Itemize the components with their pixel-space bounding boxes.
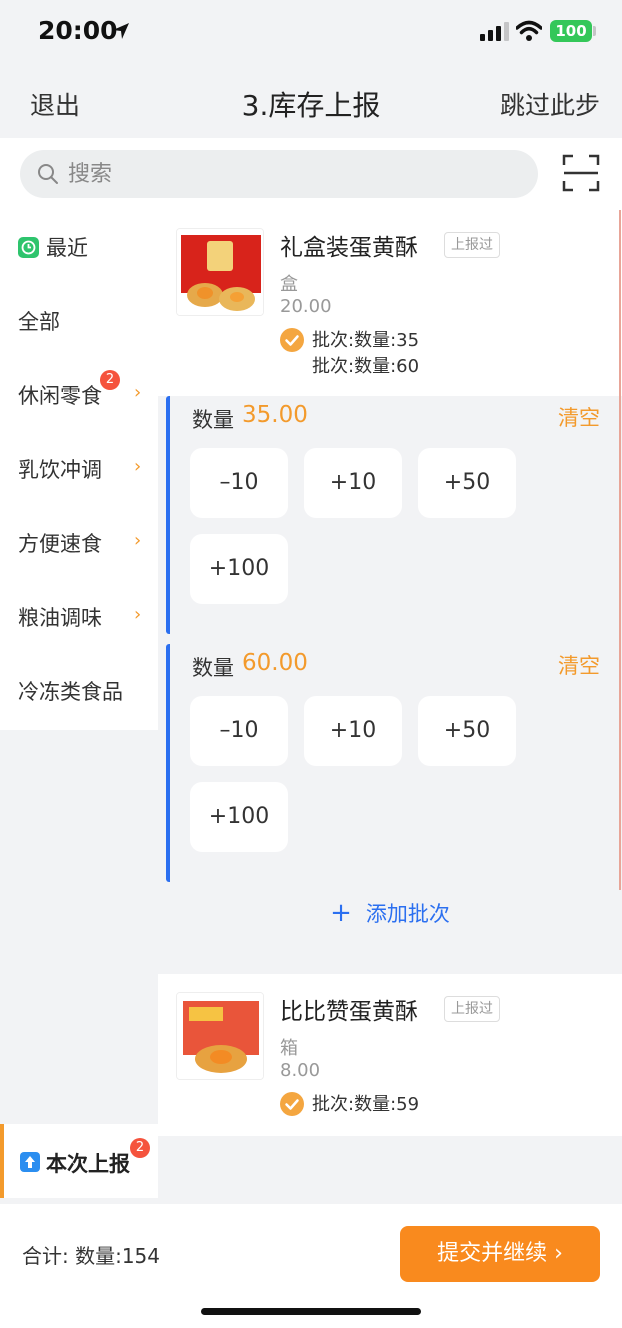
nav-bar: 退出 3.库存上报 跳过此步 bbox=[0, 62, 622, 138]
clear-button[interactable]: 清空 bbox=[558, 402, 600, 432]
plus-100-button[interactable]: +100 bbox=[190, 782, 288, 852]
scan-icon[interactable] bbox=[562, 154, 600, 192]
product-price: 8.00 bbox=[280, 1060, 321, 1081]
product-unit: 箱 bbox=[280, 1038, 298, 1059]
current-report-label: 本次上报 bbox=[46, 1152, 130, 1176]
sidebar-item-snacks[interactable]: 休闲零食 2 › bbox=[0, 358, 158, 432]
reported-tag: 上报过 bbox=[444, 996, 500, 1022]
product-price: 20.00 bbox=[280, 296, 332, 317]
search-icon bbox=[38, 164, 58, 184]
submit-and-continue-button[interactable]: 提交并继续 › bbox=[400, 1226, 600, 1282]
plus-10-button[interactable]: +10 bbox=[304, 448, 402, 518]
add-batch-button[interactable]: + 添加批次 bbox=[158, 898, 622, 938]
sidebar-item-label: 乳饮冲调 bbox=[18, 458, 102, 482]
check-icon bbox=[280, 328, 304, 352]
battery-icon: 100 bbox=[550, 20, 592, 42]
batch-summary: 批次:数量:60 bbox=[312, 356, 420, 377]
search-input[interactable] bbox=[68, 158, 508, 190]
reported-tag: 上报过 bbox=[444, 232, 500, 258]
quantity-value: 35.00 bbox=[242, 402, 308, 428]
product-list: 礼盒装蛋黄酥 上报过 盒 20.00 批次:数量:35 批次:数量:60 数量 … bbox=[158, 210, 622, 1204]
sidebar-item-instant-food[interactable]: 方便速食 › bbox=[0, 506, 158, 580]
status-bar: 20:00 100 bbox=[0, 0, 622, 62]
battery-level: 100 bbox=[555, 22, 587, 40]
product-card[interactable]: 礼盒装蛋黄酥 上报过 盒 20.00 批次:数量:35 批次:数量:60 bbox=[158, 210, 622, 396]
current-report-tab[interactable]: 本次上报 2 bbox=[0, 1124, 158, 1198]
location-arrow-icon bbox=[113, 23, 129, 39]
skip-step-button[interactable]: 跳过此步 bbox=[500, 86, 600, 122]
category-sidebar: 最近 全部 休闲零食 2 › 乳饮冲调 › 方便速食 › 粮油调味 › 冷冻类食… bbox=[0, 210, 158, 1204]
quantity-label: 数量 bbox=[192, 656, 234, 680]
clear-button[interactable]: 清空 bbox=[558, 650, 600, 680]
sidebar-item-recent[interactable]: 最近 bbox=[0, 210, 158, 284]
sidebar-item-grain-oil[interactable]: 粮油调味 › bbox=[0, 580, 158, 654]
check-icon bbox=[280, 1092, 304, 1116]
sidebar-item-label: 粮油调味 bbox=[18, 606, 102, 630]
sidebar-item-frozen[interactable]: 冷冻类食品 bbox=[0, 654, 158, 728]
sidebar-item-label: 方便速食 bbox=[18, 532, 102, 556]
chevron-right-icon: › bbox=[134, 530, 142, 551]
sidebar-item-dairy[interactable]: 乳饮冲调 › bbox=[0, 432, 158, 506]
upload-icon bbox=[20, 1152, 40, 1172]
chevron-right-icon: › bbox=[134, 382, 142, 403]
battery-cap bbox=[593, 26, 596, 36]
sidebar-item-label: 冷冻类食品 bbox=[18, 680, 123, 704]
category-list: 最近 全部 休闲零食 2 › 乳饮冲调 › 方便速食 › 粮油调味 › 冷冻类食… bbox=[0, 210, 158, 730]
plus-10-button[interactable]: +10 bbox=[304, 696, 402, 766]
plus-100-button[interactable]: +100 bbox=[190, 534, 288, 604]
cellular-signal-icon bbox=[480, 22, 509, 41]
product-card[interactable]: 比比赞蛋黄酥 上报过 箱 8.00 批次:数量:59 bbox=[158, 974, 622, 1136]
plus-50-button[interactable]: +50 bbox=[418, 448, 516, 518]
product-name: 礼盒装蛋黄酥 bbox=[280, 235, 418, 261]
product-name: 比比赞蛋黄酥 bbox=[280, 999, 418, 1025]
search-box[interactable] bbox=[20, 150, 538, 198]
product-unit: 盒 bbox=[280, 274, 298, 295]
chevron-right-icon: › bbox=[134, 604, 142, 625]
chevron-right-icon: › bbox=[134, 456, 142, 477]
snacks-badge: 2 bbox=[100, 370, 120, 390]
exit-button[interactable]: 退出 bbox=[30, 86, 80, 122]
plus-icon: + bbox=[330, 898, 352, 928]
search-bar bbox=[0, 138, 622, 210]
batch-editor: 数量 60.00 清空 –10 +10 +50 +100 bbox=[166, 644, 622, 882]
bottom-bar: 合计: 数量:154 提交并继续 › bbox=[0, 1204, 622, 1328]
wifi-icon bbox=[516, 20, 542, 41]
add-batch-label: 添加批次 bbox=[365, 902, 450, 926]
minus-10-button[interactable]: –10 bbox=[190, 448, 288, 518]
plus-50-button[interactable]: +50 bbox=[418, 696, 516, 766]
batch-editor: 数量 35.00 清空 –10 +10 +50 +100 bbox=[166, 396, 622, 634]
sidebar-item-all[interactable]: 全部 bbox=[0, 284, 158, 358]
product-image bbox=[176, 228, 264, 316]
status-time: 20:00 bbox=[38, 16, 118, 45]
quantity-value: 60.00 bbox=[242, 650, 308, 676]
home-indicator[interactable] bbox=[201, 1308, 421, 1315]
clock-icon bbox=[18, 237, 39, 258]
sidebar-item-label: 全部 bbox=[18, 310, 60, 334]
scroll-edge bbox=[619, 210, 621, 890]
minus-10-button[interactable]: –10 bbox=[190, 696, 288, 766]
product-image bbox=[176, 992, 264, 1080]
batch-summary: 批次:数量:35 bbox=[312, 330, 420, 351]
quantity-label: 数量 bbox=[192, 408, 234, 432]
current-report-badge: 2 bbox=[130, 1138, 150, 1158]
sidebar-item-label: 休闲零食 bbox=[18, 384, 102, 408]
batch-summary: 批次:数量:59 bbox=[312, 1094, 420, 1115]
sidebar-item-label: 最近 bbox=[46, 236, 88, 260]
total-summary: 合计: 数量:154 bbox=[22, 1244, 161, 1268]
